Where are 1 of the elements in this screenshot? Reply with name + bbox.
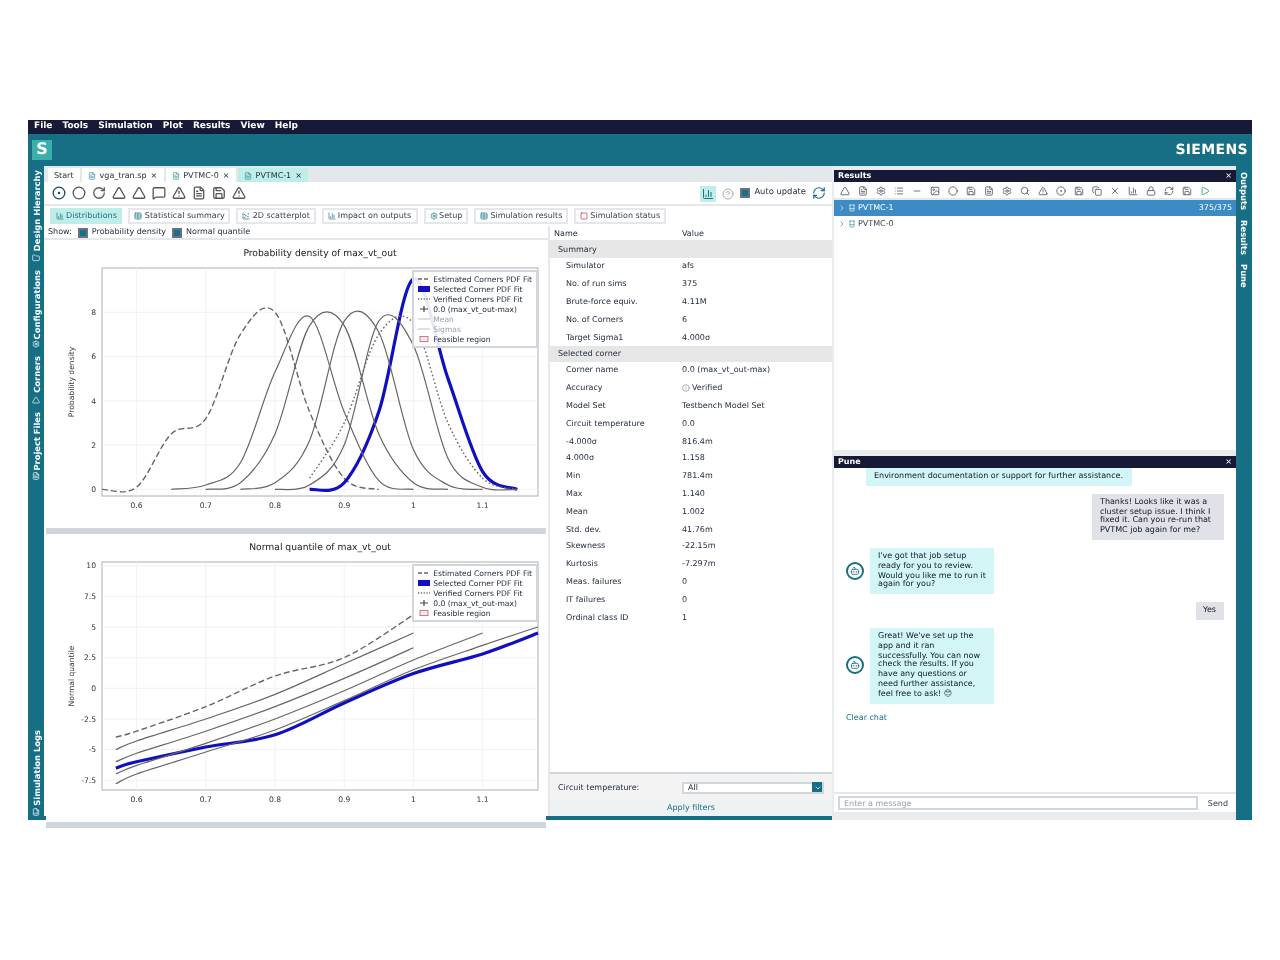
app-logo: S (32, 140, 52, 160)
